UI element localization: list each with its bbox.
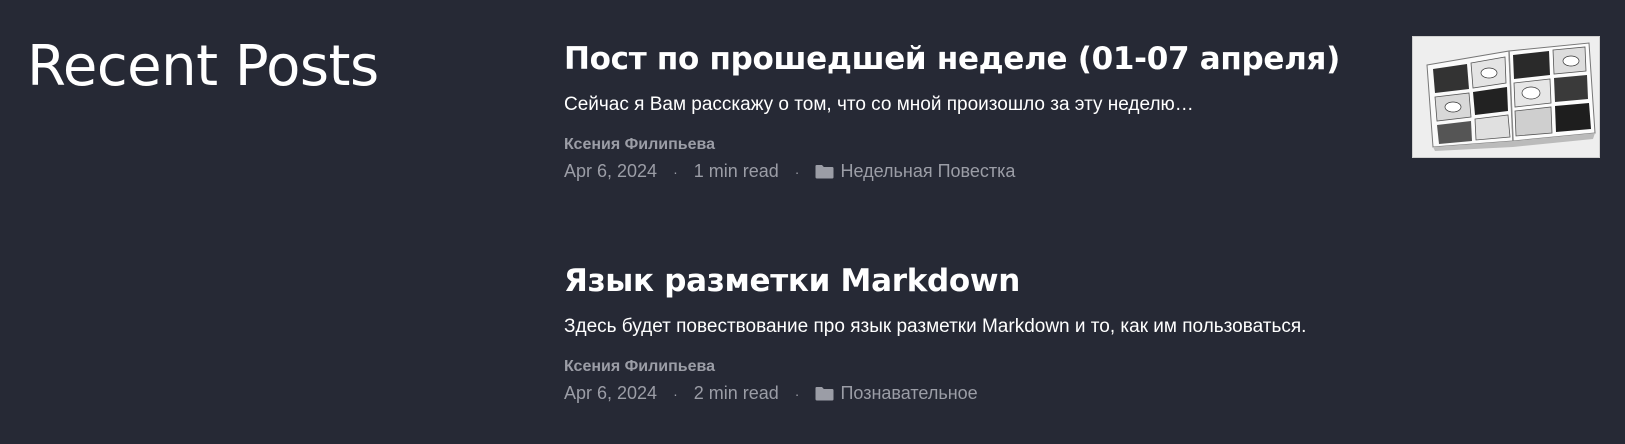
post-date: Apr 6, 2024 bbox=[564, 161, 658, 182]
meta-separator: · bbox=[794, 385, 800, 402]
post-author[interactable]: Ксения Филипьева bbox=[564, 136, 715, 154]
post-meta: Apr 6, 2024 · 1 min read · Недельная Пов… bbox=[564, 161, 1604, 182]
section-title: Recent Posts bbox=[27, 34, 379, 99]
post-category-label: Познавательное bbox=[840, 383, 978, 404]
folder-icon bbox=[815, 387, 834, 401]
post-author[interactable]: Ксения Филипьева bbox=[564, 358, 715, 376]
meta-separator: · bbox=[673, 385, 678, 402]
post-card: Язык разметки Markdown Здесь будет повес… bbox=[564, 262, 1604, 404]
post-read-time: 1 min read bbox=[693, 161, 779, 182]
post-category-link[interactable]: Познавательное bbox=[815, 383, 978, 404]
meta-separator: · bbox=[794, 163, 800, 180]
post-excerpt: Здесь будет повествование про язык разме… bbox=[564, 315, 1307, 337]
manga-pages-thumbnail[interactable] bbox=[1412, 36, 1600, 158]
post-meta: Apr 6, 2024 · 2 min read · Познавательно… bbox=[564, 383, 1604, 404]
folder-icon bbox=[815, 165, 834, 179]
post-read-time: 2 min read bbox=[693, 383, 779, 404]
recent-posts-page: Recent Posts Пост по прошедшей неделе (0… bbox=[0, 0, 1625, 444]
post-category-label: Недельная Повестка bbox=[840, 161, 1016, 182]
post-title-link[interactable]: Пост по прошедшей неделе (01-07 апреля) bbox=[564, 40, 1340, 79]
post-title-link[interactable]: Язык разметки Markdown bbox=[564, 262, 1020, 301]
post-category-link[interactable]: Недельная Повестка bbox=[815, 161, 1015, 182]
post-date: Apr 6, 2024 bbox=[564, 383, 658, 404]
meta-separator: · bbox=[673, 163, 678, 180]
manga-pages-image bbox=[1413, 37, 1599, 157]
